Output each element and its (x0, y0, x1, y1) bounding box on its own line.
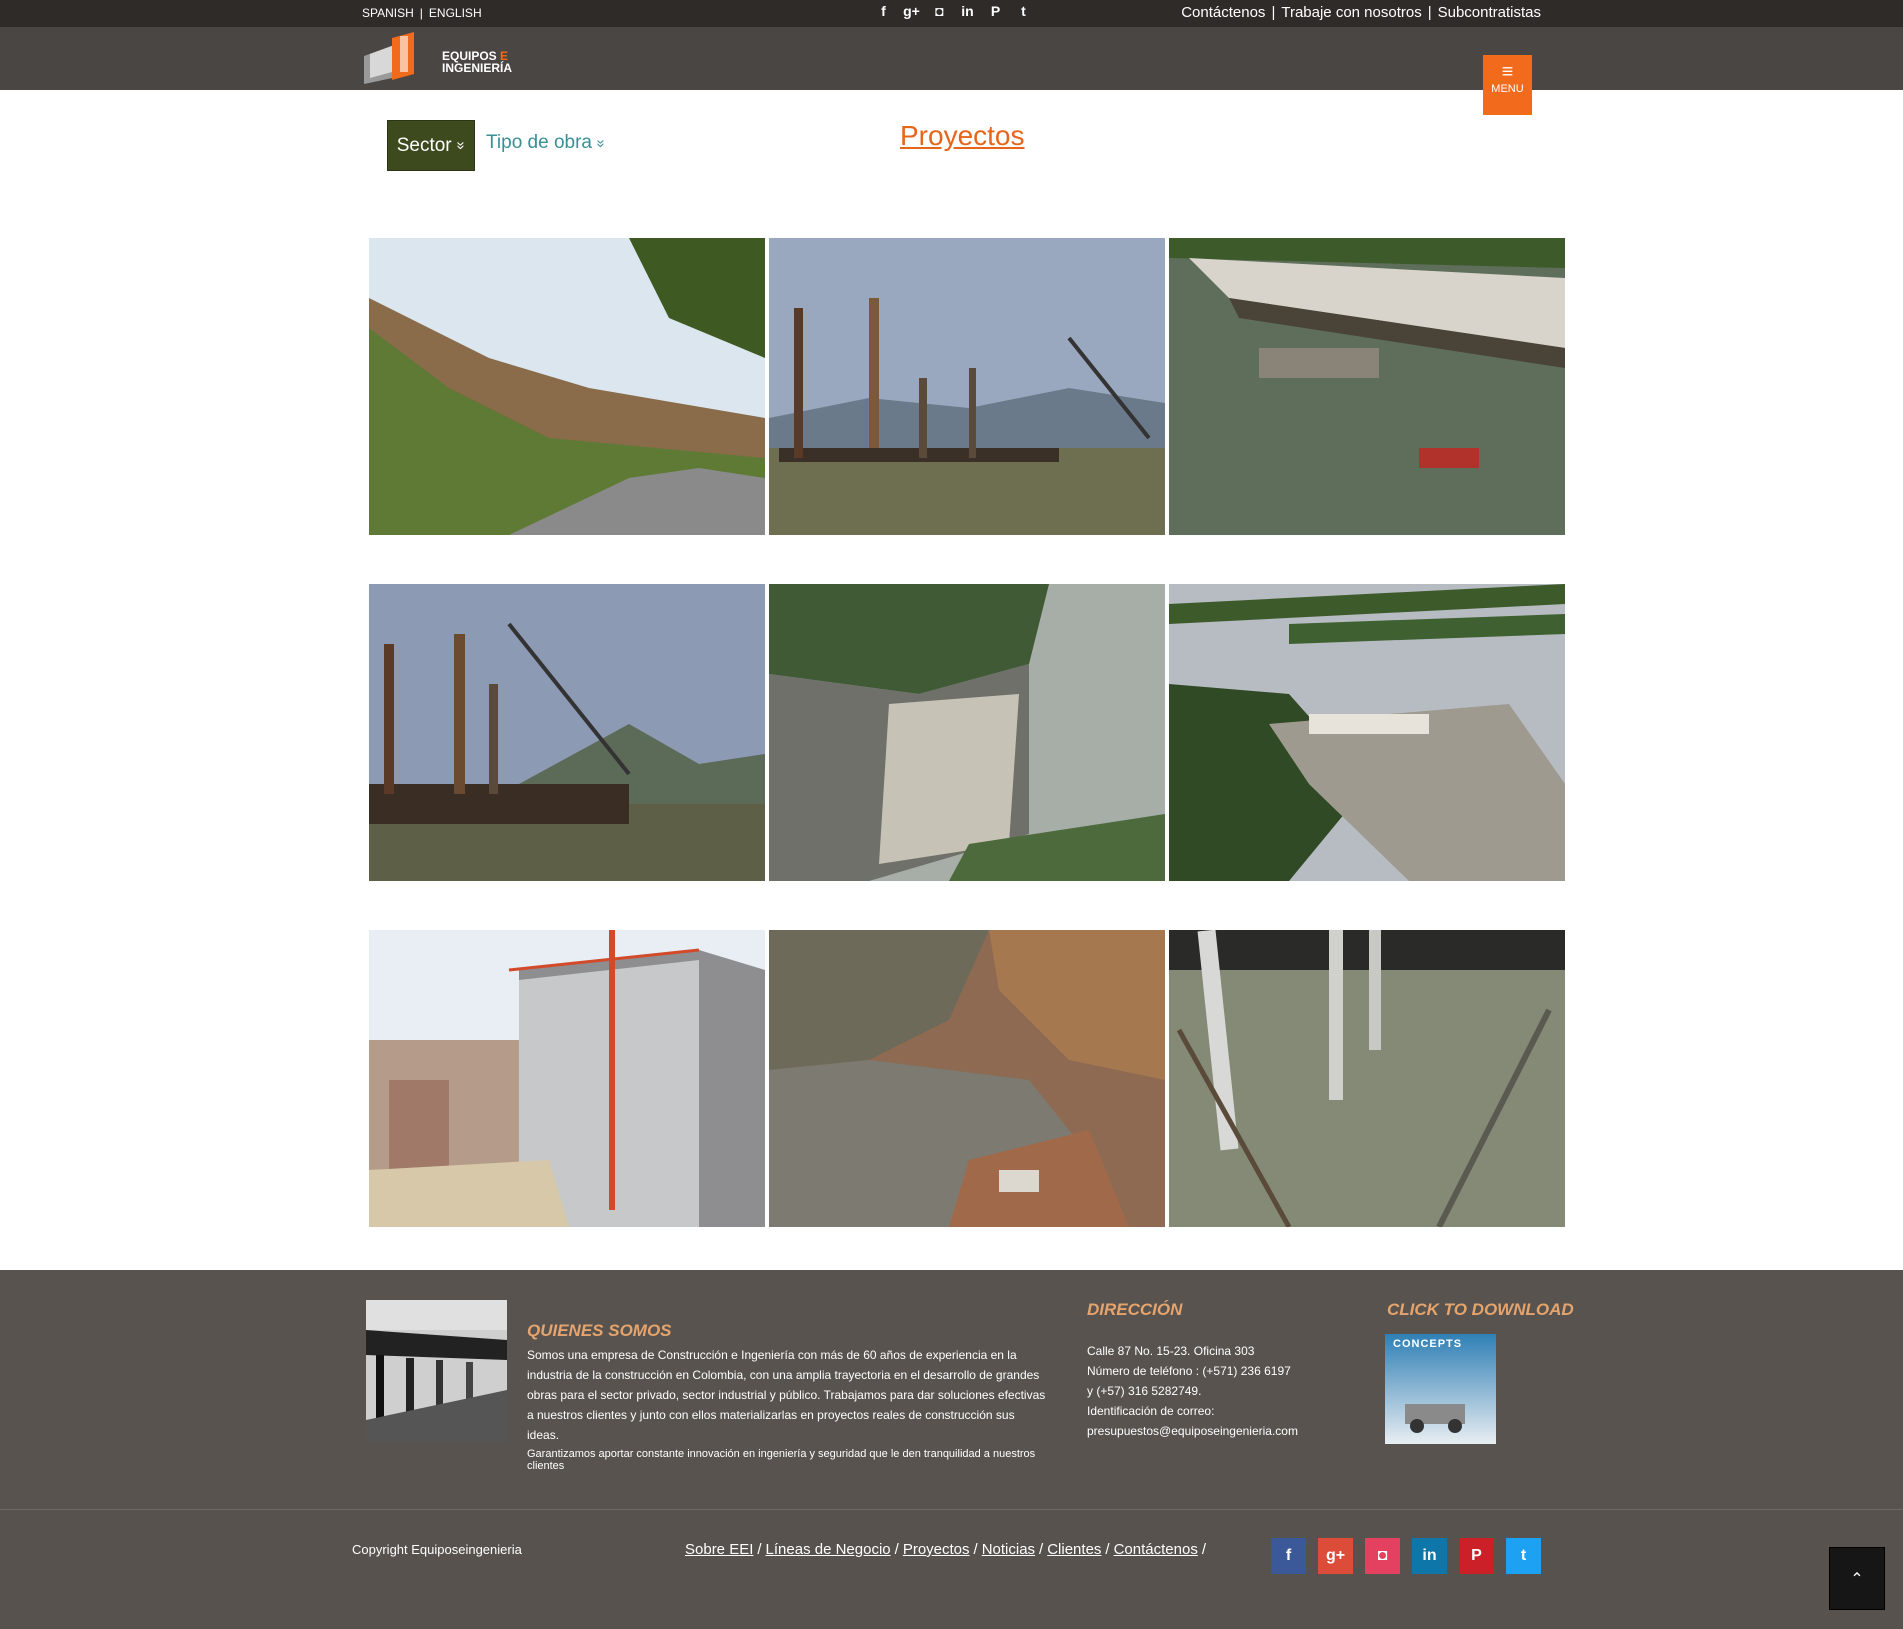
about-title: QUIENES SOMOS (527, 1321, 672, 1340)
facebook-icon[interactable]: f (875, 2, 892, 19)
link-separator: | (1427, 4, 1432, 21)
google-plus-icon[interactable]: g+ (903, 2, 920, 19)
top-links: Contáctenos | Trabaje con nosotros | Sub… (1181, 4, 1541, 21)
link-trabaje[interactable]: Trabaje con nosotros (1281, 4, 1421, 21)
gallery-item-highway-hillside[interactable] (369, 238, 765, 535)
footer-link-contactenos[interactable]: Contáctenos (1114, 1541, 1198, 1558)
link-subcontratistas[interactable]: Subcontratistas (1438, 4, 1541, 21)
address-line: Calle 87 No. 15-23. Oficina 303 (1087, 1344, 1255, 1358)
address-title: DIRECCIÓN (1087, 1300, 1183, 1319)
logo-text: EQUIPOS E INGENIERÍA (442, 49, 513, 75)
page-title: Proyectos (900, 120, 1025, 151)
top-social-icons: f g+ ◘ in P t (875, 2, 1032, 19)
gallery-item-pile-driving-barge[interactable] (769, 238, 1165, 535)
linkedin-icon[interactable]: in (1412, 1538, 1447, 1574)
gallery-item-aerial-port-construction[interactable] (1169, 584, 1565, 881)
footer-link-sobre-eei[interactable]: Sobre EEI (685, 1541, 753, 1558)
gallery-item-aerial-site-river[interactable] (769, 584, 1165, 881)
twitter-icon[interactable]: t (1506, 1538, 1541, 1574)
link-contactenos[interactable]: Contáctenos (1181, 4, 1265, 21)
footer-social-icons: f g+ ◘ in P t (1271, 1538, 1541, 1574)
pinterest-icon[interactable]: P (987, 2, 1004, 19)
nav-separator: / (973, 1541, 978, 1558)
footer-nav: Sobre EEI / Líneas de Negocio / Proyectos /… (685, 1541, 1206, 1558)
footer-link-lineas[interactable]: Líneas de Negocio (766, 1541, 891, 1558)
chevron-up-icon: ⌃ (1850, 1570, 1864, 1588)
lang-english[interactable]: ENGLISH (429, 6, 482, 20)
hamburger-icon: ≡ (1501, 61, 1514, 83)
chevron-down-icon: » (592, 139, 610, 148)
link-separator: | (1271, 4, 1276, 21)
gallery-item-pier-aerial[interactable] (1169, 238, 1565, 535)
instagram-icon[interactable]: ◘ (931, 2, 948, 19)
nav-separator: / (757, 1541, 762, 1558)
address-block: Calle 87 No. 15-23. Oficina 303 Número d… (1087, 1341, 1298, 1441)
gallery-item-concrete-slab-pouring[interactable] (1169, 930, 1565, 1227)
scroll-to-top-button[interactable]: ⌃ (1829, 1547, 1885, 1610)
twitter-icon[interactable]: t (1015, 2, 1032, 19)
nav-separator: / (1039, 1541, 1044, 1558)
tipo-obra-filter-button[interactable]: Tipo de obra » (486, 132, 610, 154)
sector-label: Sector (396, 134, 452, 156)
about-photo (366, 1300, 507, 1443)
google-plus-icon[interactable]: g+ (1318, 1538, 1353, 1574)
bottom-bar (0, 1510, 1903, 1629)
footer-link-proyectos[interactable]: Proyectos (903, 1541, 970, 1558)
lang-separator: | (419, 6, 423, 20)
linkedin-icon[interactable]: in (959, 2, 976, 19)
nav-separator: / (1201, 1541, 1206, 1558)
menu-button[interactable]: ≡ MENU (1483, 55, 1532, 115)
phone-line: Número de teléfono : (+571) 236 6197 (1087, 1364, 1291, 1378)
brochure-cover (1385, 1334, 1496, 1444)
instagram-icon[interactable]: ◘ (1365, 1538, 1400, 1574)
nav-separator: / (1105, 1541, 1110, 1558)
nav-separator: / (894, 1541, 899, 1558)
phone-line-2: y (+57) 316 5282749. (1087, 1384, 1202, 1398)
chevron-down-icon: » (452, 141, 470, 150)
lang-spanish[interactable]: SPANISH (362, 6, 414, 20)
brochure-title: CONCEPTS (1393, 1338, 1463, 1350)
top-bar: SPANISH | ENGLISH f g+ ◘ in P t Contácteno… (0, 0, 1903, 27)
email-address[interactable]: presupuestos@equiposeingenieria.com (1087, 1421, 1298, 1441)
tipo-label: Tipo de obra (486, 132, 592, 153)
gallery-item-rock-slope-works[interactable] (769, 930, 1165, 1227)
footer-link-clientes[interactable]: Clientes (1047, 1541, 1101, 1558)
download-title: CLICK TO DOWNLOAD (1387, 1300, 1574, 1319)
main-header: ≡ MENU (0, 27, 1903, 115)
language-switcher: SPANISH | ENGLISH (362, 6, 482, 20)
menu-label: MENU (1491, 83, 1524, 95)
download-brochure-link[interactable]: CONCEPTS (1385, 1334, 1496, 1444)
footer-link-noticias[interactable]: Noticias (982, 1541, 1035, 1558)
about-tagline: Garantizamos aportar constante innovació… (527, 1448, 1036, 1472)
email-label: Identificación de correo: (1087, 1404, 1215, 1418)
facebook-icon[interactable]: f (1271, 1538, 1306, 1574)
gallery-item-pier-cranes[interactable] (369, 584, 765, 881)
copyright: Copyright Equiposeingenieria (352, 1542, 522, 1557)
sector-filter-button[interactable]: Sector » (387, 120, 475, 171)
pinterest-icon[interactable]: P (1459, 1538, 1494, 1574)
gallery-item-highrise-construction[interactable] (369, 930, 765, 1227)
about-text: Somos una empresa de Construcción e Inge… (527, 1348, 1046, 1442)
